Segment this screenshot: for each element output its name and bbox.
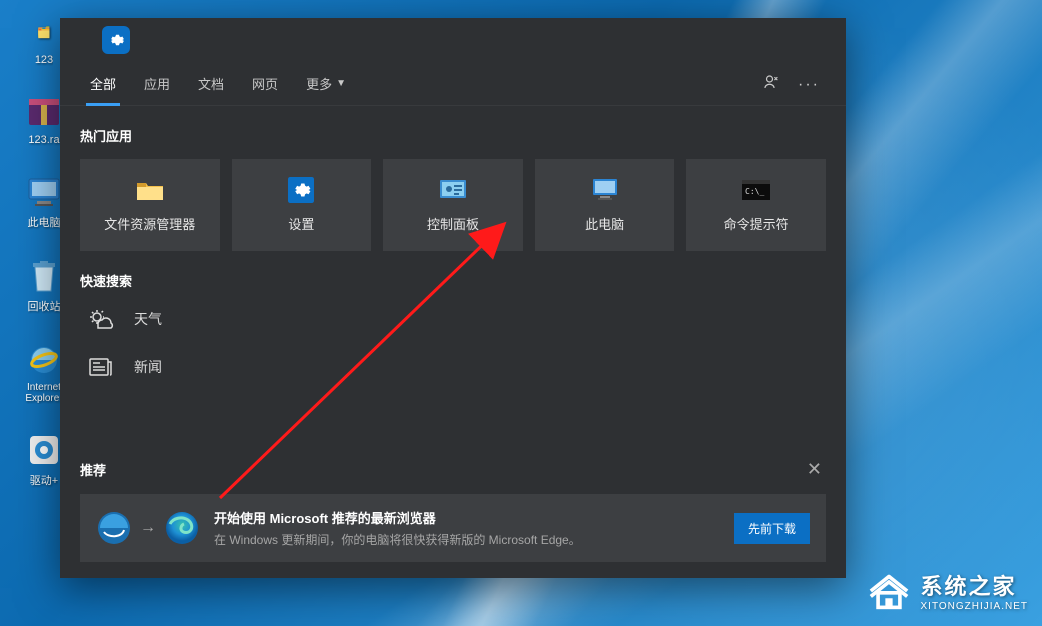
quick-item-weather[interactable]: 天气 bbox=[80, 308, 826, 330]
edge-chromium-icon bbox=[164, 510, 200, 546]
app-badge-icon bbox=[102, 26, 130, 54]
watermark-en: XITONGZHIJIA.NET bbox=[921, 601, 1029, 612]
svg-text:C:\_: C:\_ bbox=[745, 187, 764, 196]
file-explorer-icon bbox=[136, 178, 164, 202]
section-quick-search: 快速搜索 天气 新闻 bbox=[60, 251, 846, 378]
settings-gear-icon bbox=[287, 178, 315, 202]
desktop-icon-label: 123 bbox=[35, 54, 53, 66]
section-title: 推荐 bbox=[80, 460, 106, 479]
section-title: 热门应用 bbox=[80, 126, 826, 145]
tabs-row: 全部 应用 文档 网页 更多 ▼ ··· bbox=[60, 58, 846, 106]
computer-icon bbox=[591, 178, 619, 202]
tab-more[interactable]: 更多 ▼ bbox=[296, 64, 356, 105]
panel-top-icon-row bbox=[60, 18, 846, 58]
arrow-right-icon: → bbox=[140, 519, 156, 537]
quick-item-label: 新闻 bbox=[134, 357, 162, 377]
tile-this-pc[interactable]: 此电脑 bbox=[535, 159, 675, 251]
weather-icon bbox=[86, 308, 116, 330]
section-hot-apps: 热门应用 文件资源管理器 设置 控制面板 bbox=[60, 106, 846, 251]
chevron-down-icon: ▼ bbox=[336, 78, 346, 89]
news-icon bbox=[86, 356, 116, 378]
command-prompt-icon: C:\_ bbox=[742, 178, 770, 202]
tile-control-panel[interactable]: 控制面板 bbox=[383, 159, 523, 251]
house-icon bbox=[867, 571, 911, 611]
tile-label: 命令提示符 bbox=[724, 214, 789, 233]
tile-settings[interactable]: 设置 bbox=[232, 159, 372, 251]
tab-all[interactable]: 全部 bbox=[80, 64, 126, 105]
driver-icon bbox=[26, 432, 62, 468]
tile-file-explorer[interactable]: 文件资源管理器 bbox=[80, 159, 220, 251]
control-panel-icon bbox=[439, 178, 467, 202]
watermark: 系统之家 XITONGZHIJIA.NET bbox=[867, 569, 1029, 612]
quick-item-news[interactable]: 新闻 bbox=[80, 356, 826, 378]
desktop-icon-label: 回收站 bbox=[28, 298, 61, 314]
hot-apps-tiles: 文件资源管理器 设置 控制面板 此电脑 bbox=[80, 159, 826, 251]
archive-icon bbox=[26, 94, 62, 130]
tile-label: 文件资源管理器 bbox=[104, 214, 195, 233]
tile-label: 控制面板 bbox=[427, 214, 479, 233]
recommend-subtitle: 在 Windows 更新期间，你的电脑将很快获得新版的 Microsoft Ed… bbox=[214, 531, 720, 548]
tile-command-prompt[interactable]: C:\_ 命令提示符 bbox=[686, 159, 826, 251]
edge-legacy-icon bbox=[96, 510, 132, 546]
desktop-icon-label: 驱动+ bbox=[30, 472, 58, 488]
tab-apps[interactable]: 应用 bbox=[134, 64, 180, 105]
download-button[interactable]: 先前下载 bbox=[734, 513, 810, 544]
more-options-icon[interactable]: ··· bbox=[798, 76, 820, 94]
tab-web[interactable]: 网页 bbox=[242, 64, 288, 105]
section-recommend: 推荐 ✕ → 开始使用 Microsoft 推荐的最新浏览器 在 Windows… bbox=[80, 455, 826, 562]
search-panel: 全部 应用 文档 网页 更多 ▼ ··· 热门应用 文件资源管理器 bbox=[60, 18, 846, 578]
ie-icon bbox=[26, 342, 62, 378]
watermark-cn: 系统之家 bbox=[921, 569, 1029, 601]
recommend-card: → 开始使用 Microsoft 推荐的最新浏览器 在 Windows 更新期间… bbox=[80, 494, 826, 562]
tab-more-label: 更多 bbox=[306, 74, 332, 93]
recycle-bin-icon bbox=[26, 258, 62, 294]
app-icon: 🗂️ bbox=[26, 14, 62, 50]
close-icon[interactable]: ✕ bbox=[803, 455, 826, 484]
quick-item-label: 天气 bbox=[134, 309, 162, 329]
tile-label: 设置 bbox=[288, 214, 314, 233]
recommend-title: 开始使用 Microsoft 推荐的最新浏览器 bbox=[214, 508, 720, 527]
feedback-icon[interactable] bbox=[762, 73, 780, 96]
edge-icons-pair: → bbox=[96, 510, 200, 546]
tab-documents[interactable]: 文档 bbox=[188, 64, 234, 105]
computer-icon bbox=[26, 174, 62, 210]
desktop-icon-label: 123.ra bbox=[28, 134, 59, 146]
desktop-icon-label: 此电脑 bbox=[28, 214, 61, 230]
tile-label: 此电脑 bbox=[585, 214, 624, 233]
section-title: 快速搜索 bbox=[80, 271, 826, 290]
